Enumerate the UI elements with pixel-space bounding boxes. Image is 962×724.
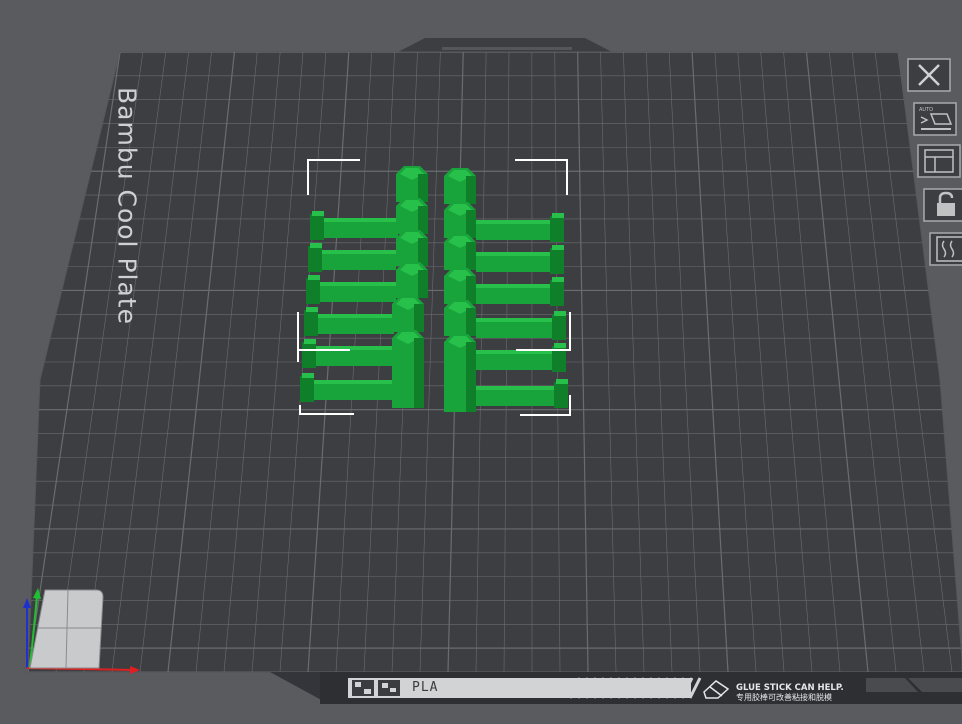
close-plate-button[interactable] [907,58,951,92]
model-end-cap [554,382,568,408]
model-end-cap-top [308,275,320,280]
model-end-cap [310,214,324,240]
model-end-cap [308,246,322,272]
model-bar-top [316,250,396,254]
glue-hint-cn-text: 专用胶棒可改善粘接和脱模 [736,693,832,702]
model-end-cap [304,310,318,336]
plate-toolbar: AUTO [905,56,962,286]
model-bar-top [476,252,554,256]
model-bar-top [476,386,558,390]
model-bar-top [476,284,554,288]
model-end-cap [552,314,566,340]
model-pillar-side [466,176,476,204]
model-end-cap-top [306,307,318,312]
model-end-cap-top [302,373,314,378]
layout-icon [917,144,961,178]
lock-icon [923,188,962,222]
model-pillar-side [466,210,476,238]
model-end-cap [550,280,564,306]
plate-settings-icon [929,232,962,266]
model-end-cap [300,376,314,402]
model-end-cap-top [552,277,564,282]
close-icon [907,58,951,92]
model-end-cap-top [556,379,568,384]
model-pillar-side [466,342,476,412]
model-pillar-side [418,174,428,202]
model-bar-top [476,220,554,224]
plate-name-text: Bambu Cool Plate [112,87,142,325]
plate-type-label: Bambu Cool Plate [96,87,158,325]
model-pillar-side [466,308,476,336]
model-bar-top [312,314,394,318]
model-pillar-side [466,276,476,304]
model-end-cap-top [304,339,316,344]
model-bar-top [476,318,556,322]
model-pillar-side [414,304,424,332]
plate-settings-button[interactable] [929,232,962,266]
arrange-layout-button[interactable] [917,144,961,178]
model-end-cap-top [310,243,322,248]
model-pillar-side [466,242,476,270]
3d-viewport[interactable]: Bambu Cool Plate AUTO PLA GLUE STICK CAN… [0,0,962,724]
model-bar-top [318,218,398,222]
auto-arrange-button[interactable]: AUTO [913,102,957,136]
model-pillar-side [418,238,428,266]
model-pillar-side [418,206,428,234]
model-end-cap-top [312,211,324,216]
lock-plate-button[interactable] [923,188,962,222]
model-end-cap-top [554,311,566,316]
model-end-cap-top [554,343,566,348]
svg-text:AUTO: AUTO [919,107,933,113]
model-end-cap [550,216,564,242]
plate-tab-slot [442,47,572,50]
filament-type: PLA [412,680,439,695]
model-pillar-side [418,270,428,298]
model-end-cap-top [552,213,564,218]
model-end-cap [550,248,564,274]
model-end-cap [306,278,320,304]
model-bar-top [308,380,394,384]
model-bar-top [314,282,396,286]
model-pillar-side [414,338,424,408]
model-end-cap [302,342,316,368]
model-end-cap-top [552,245,564,250]
auto-arrange-icon: AUTO [913,102,957,136]
